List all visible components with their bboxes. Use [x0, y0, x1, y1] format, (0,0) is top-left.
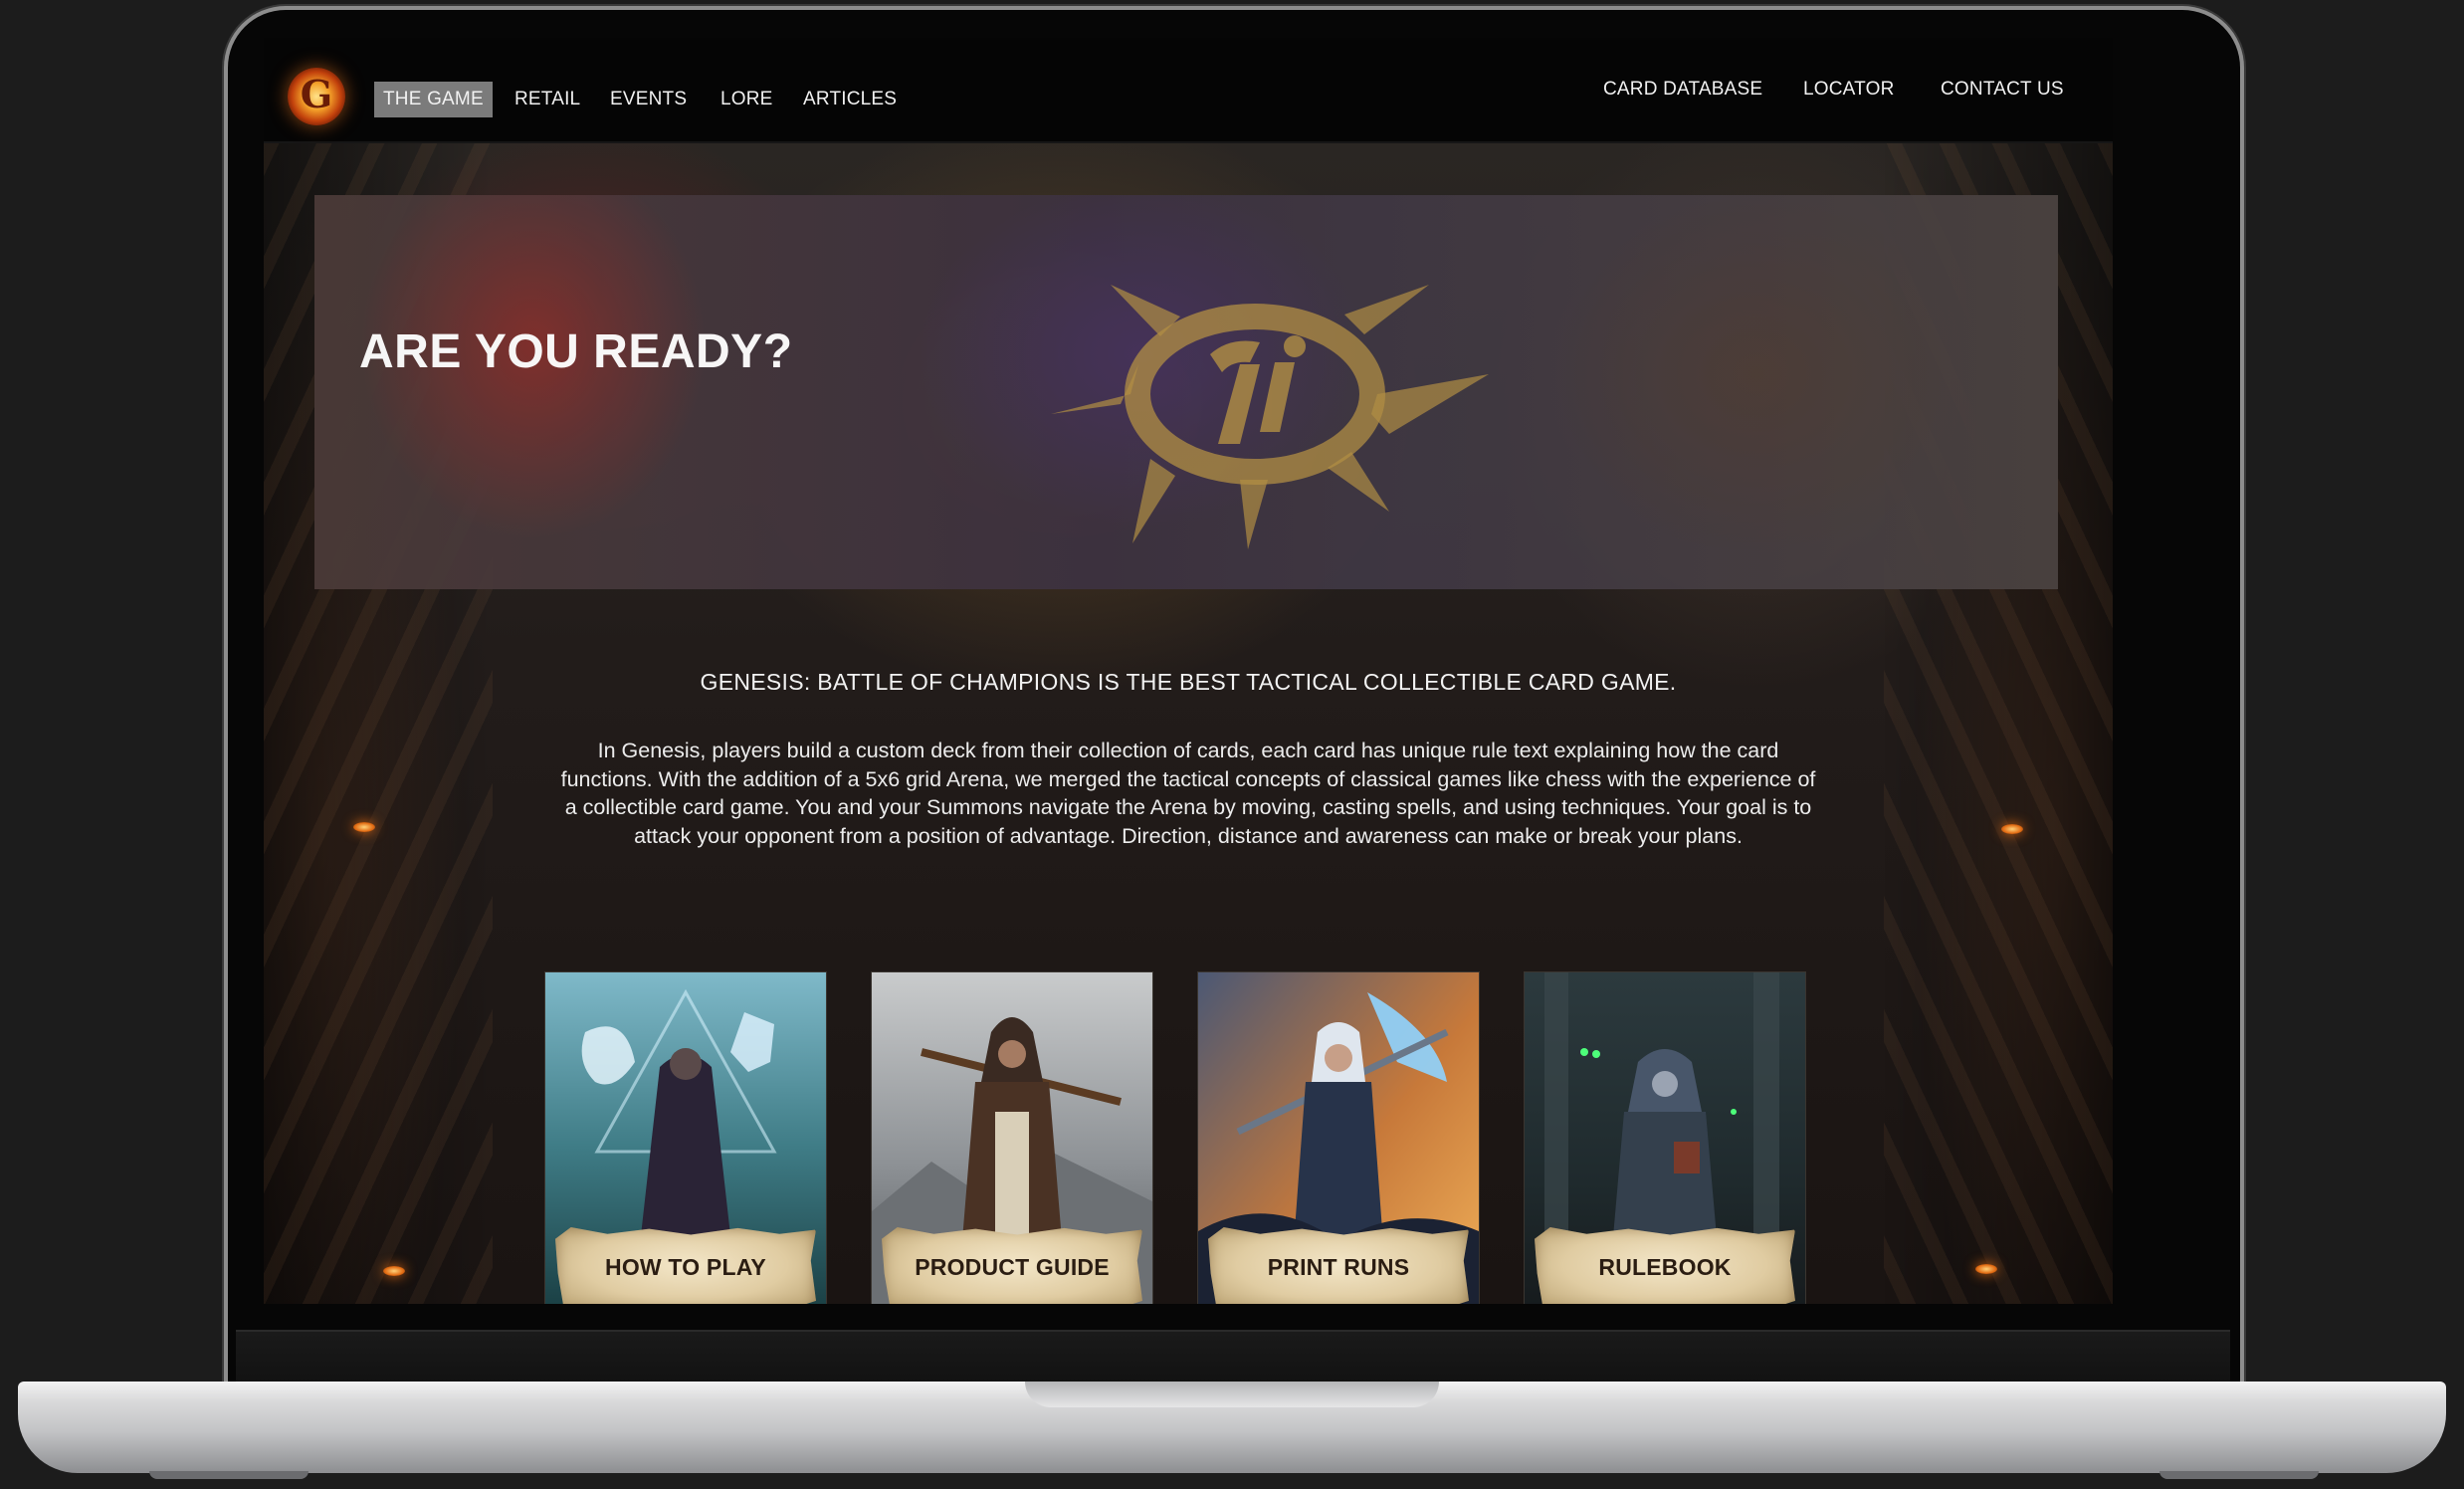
- top-navigation: G THE GAME RETAIL EVENTS LORE ARTICLES C…: [264, 38, 2113, 143]
- logo-letter: G: [300, 72, 333, 116]
- card-label: HOW TO PLAY: [605, 1254, 766, 1280]
- nav-item-retail[interactable]: RETAIL: [514, 82, 580, 117]
- nav-item-lore[interactable]: LORE: [720, 82, 773, 117]
- screen-bezel-bottom: [236, 1330, 2230, 1383]
- main-content: ARE YOU READY? GENESIS: BATTLE OF CHAMPI…: [264, 143, 2113, 1304]
- laptop-foot: [2159, 1471, 2319, 1479]
- card-label: PRODUCT GUIDE: [915, 1254, 1110, 1280]
- card-label: RULEBOOK: [1598, 1254, 1732, 1280]
- feature-cards: HOW TO PLAY PRODUCT GUIDE PRINT RUNS RUL…: [264, 143, 2113, 1304]
- nav-item-contact-us[interactable]: CONTACT US: [1941, 72, 2064, 107]
- nav-item-events[interactable]: EVENTS: [610, 82, 687, 117]
- card-how-to-play[interactable]: HOW TO PLAY: [544, 971, 827, 1304]
- nav-item-locator[interactable]: LOCATOR: [1803, 72, 1895, 107]
- browser-screen: G THE GAME RETAIL EVENTS LORE ARTICLES C…: [264, 38, 2113, 1304]
- card-print-runs[interactable]: PRINT RUNS: [1197, 971, 1480, 1304]
- card-label-scroll: PRODUCT GUIDE: [882, 1227, 1142, 1304]
- laptop-foot: [149, 1471, 308, 1479]
- nav-item-the-game[interactable]: THE GAME: [374, 82, 493, 117]
- flaming-g-logo-icon[interactable]: G: [288, 68, 345, 125]
- card-product-guide[interactable]: PRODUCT GUIDE: [871, 971, 1153, 1304]
- laptop-base-notch: [1025, 1382, 1439, 1407]
- card-rulebook[interactable]: RULEBOOK: [1524, 971, 1806, 1304]
- card-label-scroll: RULEBOOK: [1535, 1227, 1795, 1304]
- card-label-scroll: HOW TO PLAY: [555, 1227, 816, 1304]
- card-label: PRINT RUNS: [1267, 1254, 1410, 1280]
- card-label-scroll: PRINT RUNS: [1208, 1227, 1469, 1304]
- nav-item-card-database[interactable]: CARD DATABASE: [1603, 72, 1762, 107]
- nav-item-articles[interactable]: ARTICLES: [803, 82, 897, 117]
